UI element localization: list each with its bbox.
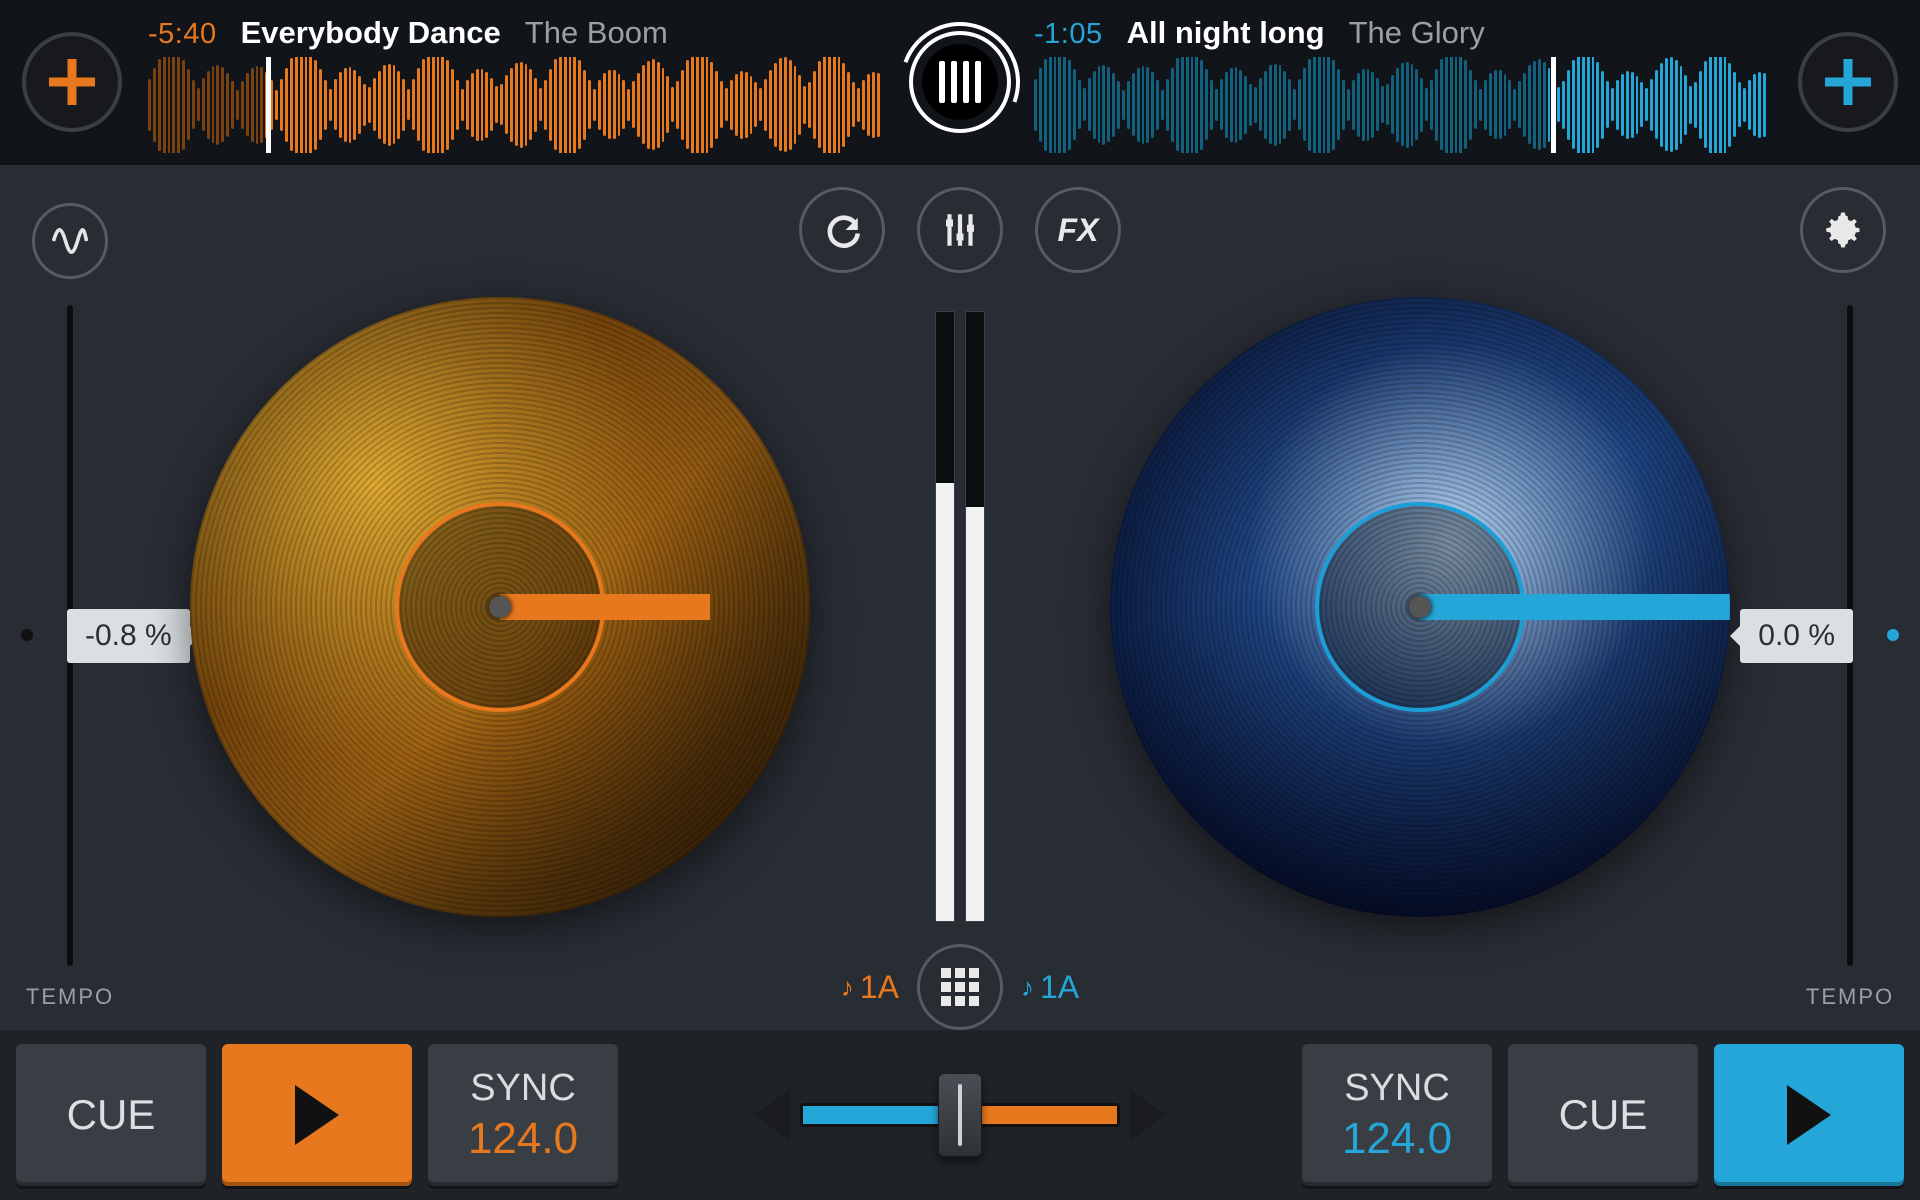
deck-a-time-remaining: -5:40 [148, 18, 217, 51]
arrow-left-icon [754, 1089, 790, 1141]
tempo-center-tick [21, 629, 33, 641]
library-bars-icon [922, 44, 998, 120]
tempo-center-tick [1887, 629, 1899, 641]
deck-b-waveform[interactable] [1034, 57, 1772, 153]
crossfader-knob[interactable] [938, 1073, 982, 1157]
fx-icon: FX [1058, 212, 1099, 249]
deck-a-wave-button[interactable] [32, 203, 108, 279]
deck-b-tempo-column: 0.0 % TEMPO [1780, 183, 1920, 1030]
deck-b-play-button[interactable] [1714, 1044, 1904, 1186]
sampler-button[interactable] [917, 944, 1003, 1030]
top-waveform-bar: -5:40 Everybody Dance The Boom -1:05 All… [0, 0, 1920, 165]
deck-a-play-button[interactable] [222, 1044, 412, 1186]
crossfader[interactable] [634, 1089, 1286, 1141]
deck-b-add-track-button[interactable] [1798, 32, 1898, 132]
transport-bar: CUE SYNC 124.0 SYNC 124.0 CUE [0, 1030, 1920, 1200]
mixer-button[interactable] [917, 187, 1003, 273]
deck-b-track-artist: The Glory [1349, 15, 1485, 51]
deck-b-position-marker [1420, 594, 1730, 620]
deck-a-tempo-column: -0.8 % TEMPO [0, 183, 140, 1030]
play-icon [1787, 1085, 1831, 1145]
settings-button[interactable] [1800, 187, 1886, 273]
deck-a-bpm: 124.0 [468, 1114, 578, 1164]
arrow-right-icon [1130, 1089, 1166, 1141]
fx-button[interactable]: FX [1035, 187, 1121, 273]
deck-a-track-title: Everybody Dance [241, 15, 501, 51]
plus-icon [1825, 59, 1871, 105]
deck-b-tempo-label: TEMPO [1806, 984, 1894, 1020]
deck-b-sync-button[interactable]: SYNC 124.0 [1302, 1044, 1492, 1186]
deck-a-cue-button[interactable]: CUE [16, 1044, 206, 1186]
sampler-grid-icon [941, 968, 979, 1006]
deck-b-time-remaining: -1:05 [1034, 18, 1103, 51]
deck-a-waveform[interactable] [148, 57, 886, 153]
deck-b-header: -1:05 All night long The Glory [1034, 0, 1772, 163]
deck-b-platter[interactable] [1110, 297, 1730, 917]
deck-a-position-marker [500, 594, 710, 620]
deck-b-tempo-readout: 0.0 % [1740, 609, 1853, 663]
gear-icon [1822, 209, 1864, 251]
deck-a-key-label: ♪1A [841, 969, 899, 1006]
crossfader-track[interactable] [800, 1103, 1120, 1127]
deck-a-add-track-button[interactable] [22, 32, 122, 132]
deck-a-tempo-label: TEMPO [26, 984, 114, 1020]
deck-area: -0.8 % TEMPO ♪1A [0, 165, 1920, 1030]
mixer-sliders-icon [939, 209, 981, 251]
deck-b-tempo-slider[interactable]: 0.0 % [1847, 305, 1853, 966]
loop-icon [821, 209, 863, 251]
deck-a-tempo-slider[interactable]: -0.8 % [67, 305, 73, 966]
deck-a-header: -5:40 Everybody Dance The Boom [148, 0, 886, 163]
deck-b-cue-button[interactable]: CUE [1508, 1044, 1698, 1186]
play-icon [295, 1085, 339, 1145]
library-button[interactable] [900, 22, 1020, 142]
deck-a-sync-button[interactable]: SYNC 124.0 [428, 1044, 618, 1186]
plus-icon [49, 59, 95, 105]
wave-icon [52, 223, 88, 259]
center-controls: ♪1A ♪1A [860, 183, 1060, 1030]
deck-a-platter[interactable] [190, 297, 810, 917]
deck-b-bpm: 124.0 [1342, 1114, 1452, 1164]
deck-a-track-artist: The Boom [525, 15, 668, 51]
loop-button[interactable] [799, 187, 885, 273]
channel-level-meter [935, 301, 985, 922]
deck-b-track-title: All night long [1127, 15, 1325, 51]
